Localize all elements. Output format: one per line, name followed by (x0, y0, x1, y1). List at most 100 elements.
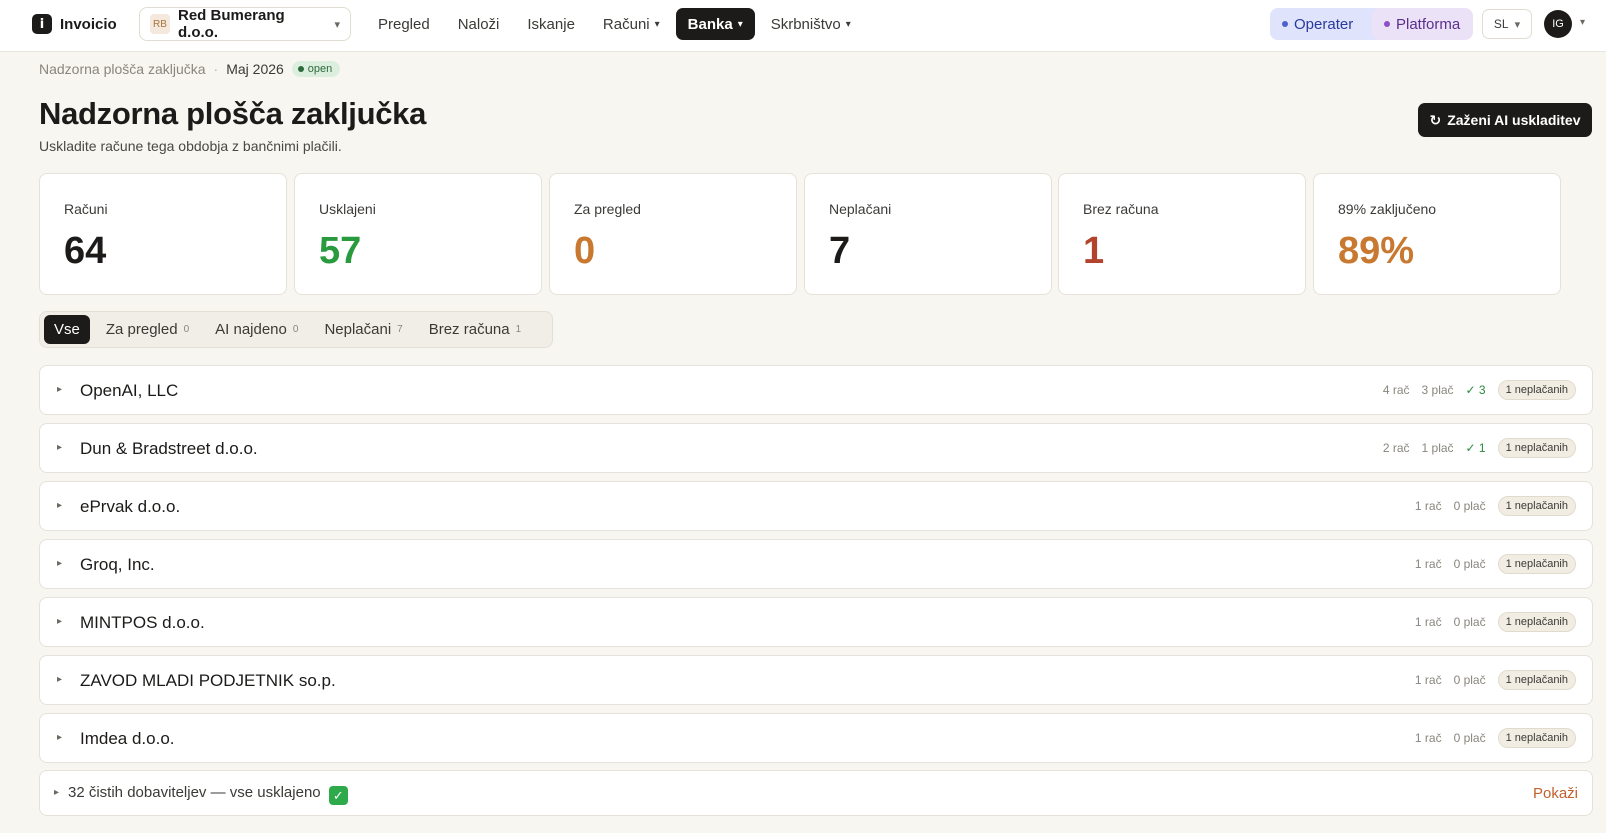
payment-count: 3 plač (1421, 383, 1454, 397)
main-nav: Pregled Naloži Iskanje Računi ▾ Banka ▾ Skrbniš… (366, 8, 863, 40)
vendor-row[interactable]: ▸ Dun & Bradstreet d.o.o. 2 rač 1 plač ✓ 1 1 … (39, 423, 1593, 473)
payment-count: 0 plač (1453, 557, 1486, 571)
language-selector[interactable]: SL ▾ (1482, 9, 1532, 39)
chevron-down-icon[interactable]: ▾ (1580, 17, 1585, 28)
nav-item-label: Naloži (457, 15, 500, 33)
filter-count: 7 (397, 324, 403, 335)
vendor-meta: 2 rač 1 plač ✓ 1 1 neplačanih (1383, 437, 1576, 459)
chevron-down-icon: ▾ (1514, 18, 1521, 31)
dot-icon (1282, 21, 1288, 27)
filter-tab[interactable]: Neplačani 7 (314, 315, 412, 344)
chevron-down-icon: ▾ (845, 18, 851, 30)
vendor-name: ZAVOD MLADI PODJETNIK so.p. (80, 671, 336, 690)
stat-card: 89% zaključeno 89% (1313, 173, 1561, 295)
chevron-down-icon: ▾ (737, 18, 743, 30)
user-avatar[interactable]: IG (1544, 10, 1572, 38)
logo-icon: i (32, 14, 52, 34)
nav-item-pregled[interactable]: Pregled (366, 8, 442, 40)
stat-label: Usklajeni (319, 201, 376, 217)
filter-tab[interactable]: AI najdeno 0 (205, 315, 308, 344)
clean-vendors-row[interactable]: ▸ 32 čistih dobaviteljev — vse usklajeno… (39, 770, 1593, 816)
payment-count: 0 plač (1453, 615, 1486, 629)
caret-right-icon[interactable]: ▸ (57, 384, 62, 395)
nav-item-label: Pregled (378, 15, 430, 33)
stat-label: 89% zaključeno (1338, 201, 1437, 217)
caret-right-icon[interactable]: ▸ (54, 787, 59, 798)
filter-count: 0 (183, 324, 190, 335)
caret-right-icon[interactable]: ▸ (57, 674, 62, 685)
filter-tab[interactable]: Za pregled 0 (96, 315, 199, 344)
company-name: Red Bumerang d.o.o. (178, 7, 285, 41)
caret-right-icon[interactable]: ▸ (57, 616, 62, 627)
filter-label: AI najdeno (215, 321, 287, 338)
stat-value: 1 (1083, 230, 1105, 272)
nav-item-banka[interactable]: Banka ▾ (675, 8, 755, 40)
breadcrumb-current: Maj 2026 (226, 61, 284, 77)
payment-count: 0 plač (1453, 673, 1486, 687)
payment-count: 1 plač (1421, 441, 1454, 455)
caret-right-icon[interactable]: ▸ (57, 732, 62, 743)
caret-right-icon[interactable]: ▸ (57, 500, 62, 511)
matched-count: ✓ 3 (1465, 383, 1486, 397)
invoice-count: 1 rač (1414, 731, 1442, 745)
vendor-row[interactable]: ▸ ePrvak d.o.o. 1 rač 0 plač 1 neplačanih (39, 481, 1593, 531)
stat-value: 0 (574, 230, 596, 272)
chevron-down-icon: ▾ (334, 18, 340, 31)
nav-item-label: Računi (602, 15, 650, 33)
payment-count: 0 plač (1453, 499, 1486, 513)
vendor-row[interactable]: ▸ Groq, Inc. 1 rač 0 plač 1 neplačanih (39, 539, 1593, 589)
run-ai-reconciliation-label: Zaženi AI uskladitev (1447, 112, 1581, 128)
unpaid-badge: 1 neplačanih (1497, 380, 1576, 400)
stat-card: Računi 64 (39, 173, 287, 295)
unpaid-badge: 1 neplačanih (1497, 554, 1576, 574)
dot-icon (1384, 21, 1390, 27)
breadcrumb-root[interactable]: Nadzorna plošča zaključka (39, 61, 206, 77)
stat-label: Brez računa (1083, 201, 1159, 217)
filter-tab[interactable]: Brez računa 1 (419, 315, 531, 344)
vendor-row[interactable]: ▸ OpenAI, LLC 4 rač 3 plač ✓ 3 1 neplačanih (39, 365, 1593, 415)
caret-right-icon[interactable]: ▸ (57, 442, 62, 453)
role-platform-label: Platforma (1396, 15, 1461, 33)
vendor-row[interactable]: ▸ Imdea d.o.o. 1 rač 0 plač 1 neplačanih (39, 713, 1593, 763)
vendor-row[interactable]: ▸ ZAVOD MLADI PODJETNIK so.p. 1 rač 0 plač 1… (39, 655, 1593, 705)
check-mark-icon: ✓ (328, 786, 348, 805)
filter-label: Neplačani (324, 321, 392, 338)
nav-item-label: Skrbništvo (770, 15, 841, 33)
vendor-meta: 1 rač 0 plač 1 neplačanih (1415, 669, 1576, 691)
nav-item-iskanje[interactable]: Iskanje (515, 8, 587, 40)
filter-label: Za pregled (105, 321, 178, 338)
nav-item-label: Banka (687, 15, 733, 33)
breadcrumb: Nadzorna plošča zaključka · Maj 2026 ope… (39, 59, 341, 79)
vendor-name: MINTPOS d.o.o. (80, 613, 205, 632)
vendor-meta: 1 rač 0 plač 1 neplačanih (1415, 495, 1576, 517)
matched-count: ✓ 1 (1465, 441, 1486, 455)
role-platform-badge[interactable]: Platforma (1372, 8, 1473, 40)
company-selector[interactable]: RB Red Bumerang d.o.o. ▾ (139, 7, 351, 41)
nav-item-skrbništvo[interactable]: Skrbništvo ▾ (759, 8, 863, 40)
vendor-meta: 1 rač 0 plač 1 neplačanih (1415, 553, 1576, 575)
filter-tab[interactable]: Vse (44, 315, 90, 344)
caret-right-icon[interactable]: ▸ (57, 558, 62, 569)
clean-vendors-text: 32 čistih dobaviteljev — vse usklajeno ✓ (68, 784, 348, 805)
invoice-count: 2 rač (1382, 441, 1410, 455)
show-clean-vendors-link[interactable]: Pokaži (1533, 785, 1578, 802)
nav-item-naloži[interactable]: Naloži (446, 8, 512, 40)
stat-value: 89% (1338, 230, 1415, 272)
run-ai-reconciliation-button[interactable]: ↻ Zaženi AI uskladitev (1418, 103, 1592, 137)
invoice-count: 1 rač (1414, 673, 1442, 687)
vendor-name: ePrvak d.o.o. (80, 497, 181, 516)
filter-count: 1 (515, 324, 522, 335)
vendor-name: Groq, Inc. (80, 555, 155, 574)
chevron-down-icon: ▾ (654, 18, 660, 30)
invoice-count: 1 rač (1414, 615, 1442, 629)
vendor-row[interactable]: ▸ MINTPOS d.o.o. 1 rač 0 plač 1 neplačanih (39, 597, 1593, 647)
status-badge: open (291, 61, 341, 77)
nav-item-računi[interactable]: Računi ▾ (591, 8, 672, 40)
stat-card: Brez računa 1 (1058, 173, 1306, 295)
page-subtitle: Uskladite račune tega obdobja z bančnimi… (39, 138, 342, 154)
vendor-name: Dun & Bradstreet d.o.o. (80, 439, 258, 458)
app-name: Invoicio (60, 15, 117, 33)
unpaid-badge: 1 neplačanih (1497, 438, 1576, 458)
breadcrumb-separator: · (213, 61, 219, 77)
app-logo[interactable]: i Invoicio (32, 14, 117, 34)
